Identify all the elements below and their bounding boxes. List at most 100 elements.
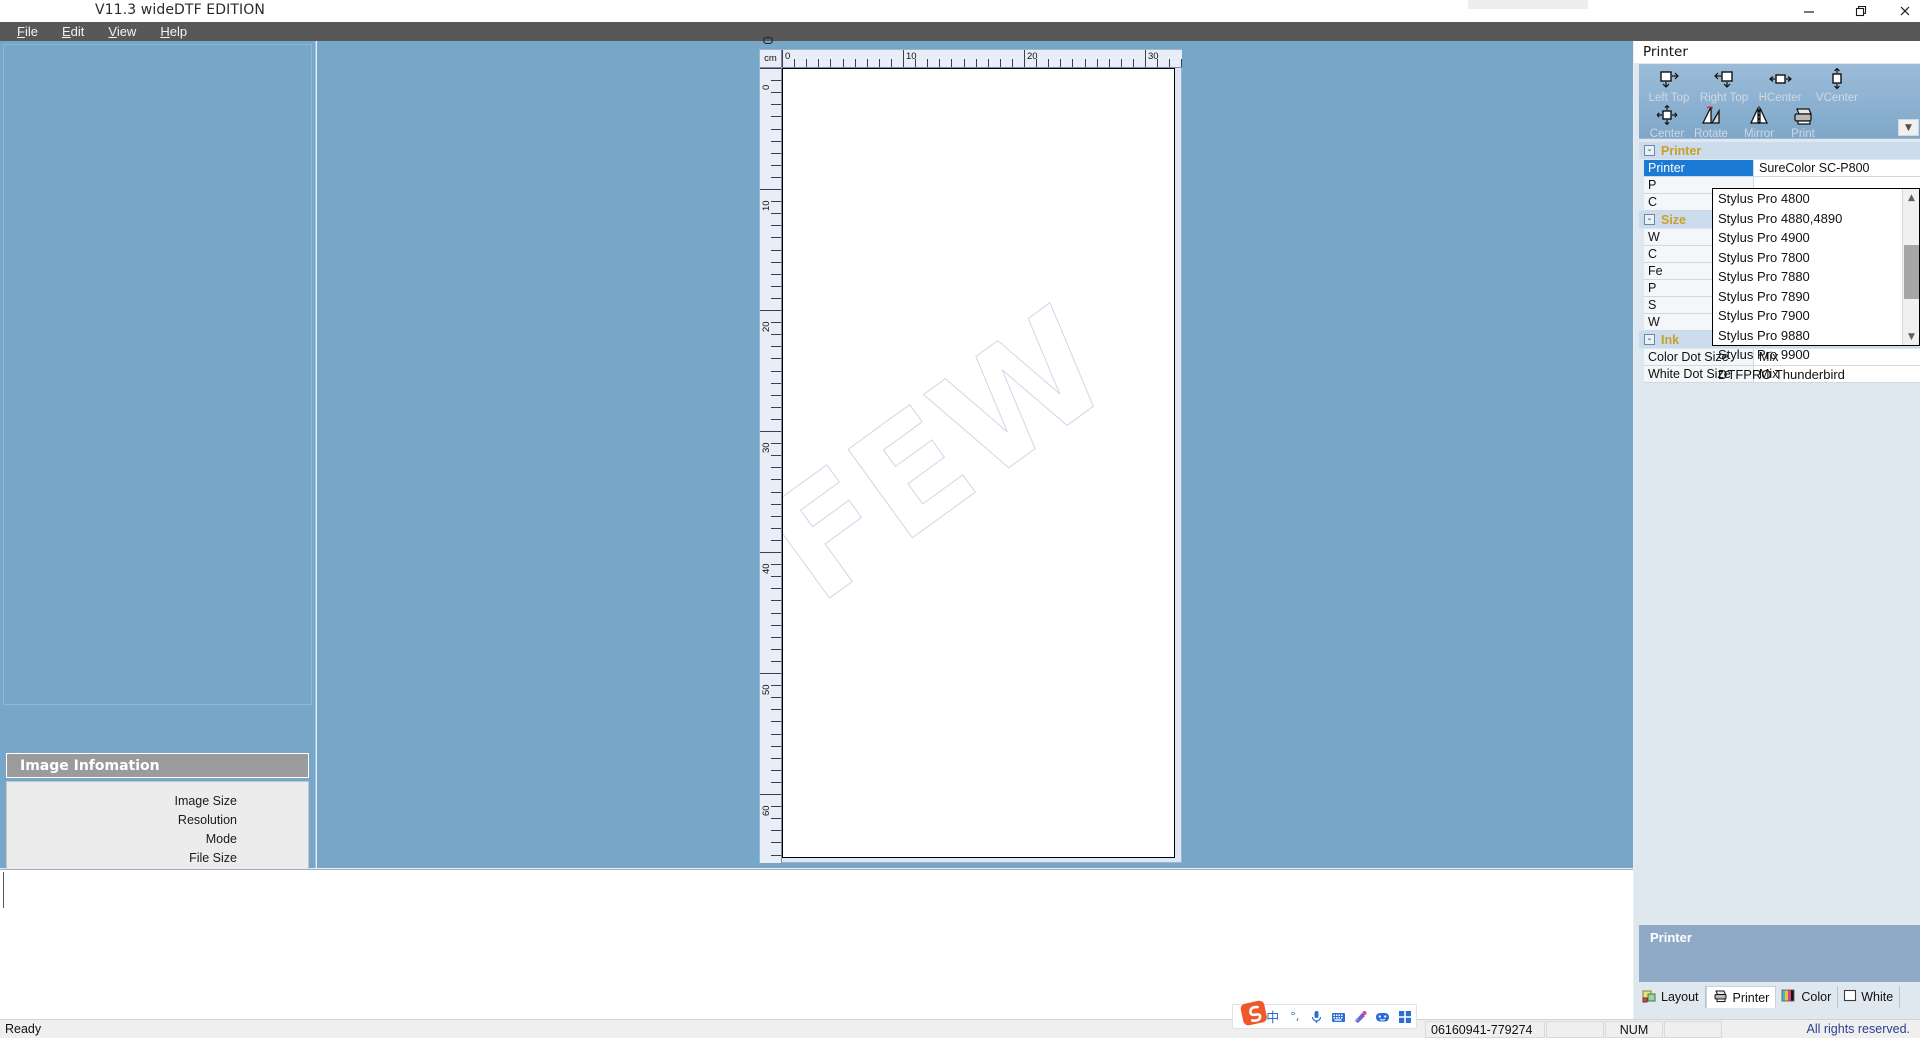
dropdown-option-6[interactable]: Stylus Pro 7900 [1713,306,1919,326]
ruler-h-minor-tick [927,59,929,67]
ruler-v-minor-tick [771,757,781,759]
ruler-v-minor-tick [771,92,781,94]
status-spacer-1 [1546,1021,1604,1038]
property-value-printer[interactable]: SureColor SC-P800 [1754,160,1920,176]
ruler-h-major-tick [782,50,783,67]
collapse-icon-size[interactable]: - [1644,214,1655,225]
ruler-v-minor-tick [771,443,781,445]
dropdown-option-7[interactable]: Stylus Pro 9880 [1713,326,1919,346]
right-top-button[interactable]: Right Top [1696,68,1752,104]
ruler-v-minor-tick [771,152,781,154]
keyboard-icon[interactable] [1328,1005,1350,1029]
vertical-ruler[interactable]: 0 10 20 30 40 50 60 [760,68,782,863]
left-top-button[interactable]: Left Top [1641,68,1697,104]
dropdown-option-4[interactable]: Stylus Pro 7880 [1713,267,1919,287]
ruler-v-minor-tick [771,334,781,336]
ruler-h-minor-tick [975,59,977,67]
dropdown-option-3[interactable]: Stylus Pro 7800 [1713,248,1919,268]
tab-color[interactable]: Color [1776,986,1839,1008]
group-header-printer[interactable]: - Printer [1639,142,1920,159]
printer-panel-title-text: Printer [1643,44,1688,60]
close-icon[interactable] [1890,0,1920,22]
ruler-v-major-tick [760,189,781,190]
ruler-h-minor-tick [1132,59,1134,67]
microphone-icon[interactable] [1306,1005,1328,1029]
ruler-v-minor-tick [771,455,781,457]
vcenter-button[interactable]: VCenter [1809,68,1865,104]
menu-edit-accel: E [61,23,71,39]
ruler-v-minor-tick [771,539,781,541]
tab-layout[interactable]: Layout [1637,986,1706,1008]
menu-edit-rest: dit [70,23,85,39]
ruler-v-minor-tick [771,370,781,372]
property-row-printer[interactable]: Printer SureColor SC-P800 [1644,160,1920,177]
menu-item-help[interactable]: Help [149,23,200,41]
menu-help-accel: H [160,23,170,39]
printer-panel-tabs: Layout Printer Color White [1637,984,1920,1010]
print-page[interactable]: FEW [782,68,1175,858]
ruler-h-minor-tick [818,59,820,67]
menu-item-view[interactable]: View [97,23,149,41]
chevron-down-icon[interactable]: ▼ [1898,119,1919,136]
minimize-icon[interactable] [1786,0,1832,22]
ruler-v-minor-tick [771,781,781,783]
print-label: Print [1791,128,1815,140]
ruler-h-minor-tick [1036,59,1038,67]
menu-bar: File Edit View Help [0,22,1920,41]
ruler-h-minor-tick [1108,59,1110,67]
dropdown-option-0[interactable]: Stylus Pro 4800 [1713,189,1919,209]
menu-item-file[interactable]: File [6,23,51,41]
punctuation-icon[interactable]: °, [1284,1005,1306,1029]
menu-item-edit[interactable]: Edit [51,23,97,41]
dropdown-option-8[interactable]: Stylus Pro 9900 [1713,345,1919,365]
ruler-v-minor-tick [771,854,781,856]
thumbnail-preview-area[interactable] [3,44,312,705]
collapse-icon[interactable]: - [1644,145,1655,156]
dropdown-scrollbar[interactable]: ▲ ▼ [1902,189,1919,345]
dropdown-option-2[interactable]: Stylus Pro 4900 [1713,228,1919,248]
align-right-top-icon [1696,68,1752,90]
emoji-icon[interactable] [1372,1005,1394,1029]
ruler-h-minor-tick [866,59,868,67]
ruler-v-minor-tick [771,406,781,408]
status-rights-text: All rights reserved. [1806,1022,1910,1036]
tab-printer[interactable]: Printer [1705,986,1777,1008]
tab-printer-label: Printer [1732,990,1770,1005]
menu-help-rest: elp [169,23,188,39]
scrollbar-thumb[interactable] [1904,245,1919,299]
collapse-icon-ink[interactable]: - [1644,334,1655,345]
dropdown-option-9[interactable]: DTFPRO Thunderbird [1713,365,1919,385]
title-bar: V11.3 wideDTF EDITION [0,0,1920,22]
ruler-h-minor-tick [1084,59,1086,67]
dropdown-option-1[interactable]: Stylus Pro 4880,4890 [1713,209,1919,229]
bottom-pane[interactable] [0,869,1633,1019]
ruler-v-minor-tick [771,467,781,469]
ruler-v-minor-tick [771,382,781,384]
restore-icon[interactable] [1838,0,1884,22]
ruler-v-minor-tick [771,515,781,517]
print-button[interactable]: Print [1775,104,1831,140]
info-label-mode: Mode [205,832,237,846]
hcenter-label: HCenter [1758,92,1802,104]
skin-icon[interactable] [1350,1005,1372,1029]
tab-white[interactable]: White [1838,986,1901,1008]
ruler-v-minor-tick [771,564,781,566]
ruler-v-minor-tick [771,806,781,808]
ruler-v-minor-tick [771,624,781,626]
hcenter-button[interactable]: HCenter [1752,68,1808,104]
sogou-logo-icon[interactable] [1238,999,1271,1029]
ruler-h-minor-tick [830,59,832,67]
layout-icon [1642,989,1657,1006]
ruler-v-minor-tick [771,358,781,360]
horizontal-ruler[interactable]: 0 10 20 30 [782,50,1182,68]
dropdown-option-5[interactable]: Stylus Pro 7890 [1713,287,1919,307]
ruler-unit-label[interactable]: cm [760,50,782,68]
group-title-printer: Printer [1661,143,1702,158]
ruler-h-minor-tick [963,59,965,67]
scroll-down-icon[interactable]: ▼ [1903,328,1920,345]
printer-dropdown-list[interactable]: Stylus Pro 4800 Stylus Pro 4880,4890 Sty… [1712,188,1920,382]
canvas-workspace[interactable]: cm 0 10 20 30 0 10 20 30 40 50 60 FEW [317,37,1633,868]
scroll-up-icon[interactable]: ▲ [1903,189,1920,206]
ruler-v-minor-tick [771,201,781,203]
toolbox-icon[interactable] [1394,1005,1416,1029]
